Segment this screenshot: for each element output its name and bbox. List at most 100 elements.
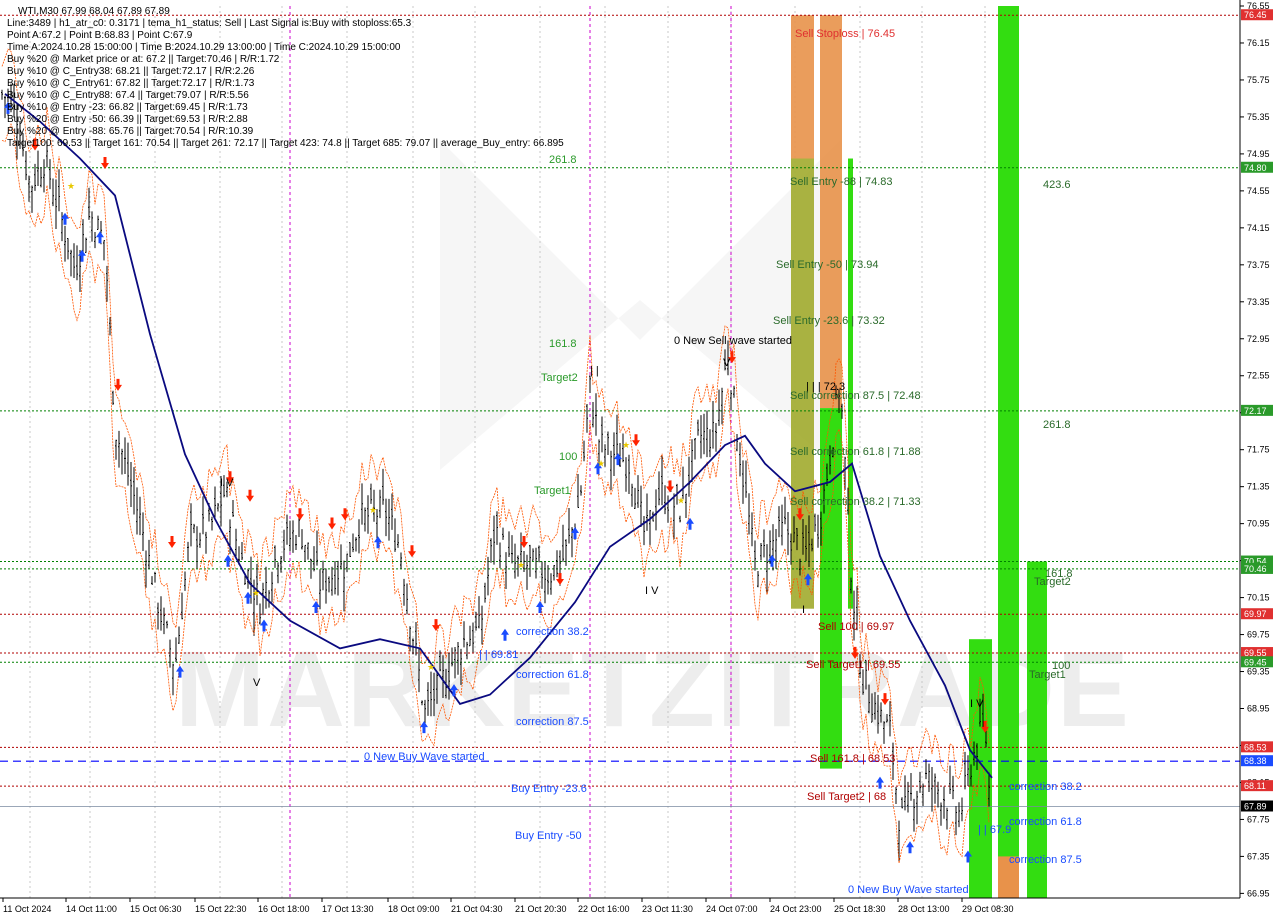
chart-annotation: V <box>723 357 731 369</box>
chart-annotation: Sell Stoploss | 76.45 <box>795 28 895 40</box>
chart-annotation: I <box>802 604 805 616</box>
buy-zone-band <box>969 639 992 898</box>
time-axis-label: 23 Oct 11:30 <box>642 904 693 914</box>
yellow-star-marker: ★ <box>622 440 630 450</box>
info-line: Buy %20 @ Market price or at: 67.2 || Ta… <box>7 54 280 65</box>
green-zone-band <box>820 408 842 769</box>
chart-annotation: Buy Entry -50 <box>515 830 582 842</box>
chart-annotation: Target2 <box>541 372 578 384</box>
info-line: Point A:67.2 | Point B:68.83 | Point C:6… <box>7 30 193 41</box>
chart-annotation: correction 38.2 <box>1009 781 1082 793</box>
chart-annotation: I V <box>645 585 659 597</box>
time-axis-label: 21 Oct 20:30 <box>515 904 567 914</box>
chart-annotation: Target2 <box>1034 576 1071 588</box>
chart-annotation: correction 61.8 <box>1009 816 1082 828</box>
time-axis-label: 15 Oct 22:30 <box>195 904 247 914</box>
time-axis-label: 15 Oct 06:30 <box>130 904 182 914</box>
price-tag-label: 72.17 <box>1244 406 1267 416</box>
yellow-star-marker: ★ <box>677 496 685 506</box>
price-axis-label: 71.75 <box>1247 445 1270 455</box>
time-axis-label: 28 Oct 13:00 <box>898 904 950 914</box>
price-axis-label: 73.35 <box>1247 297 1270 307</box>
chart-symbol-title: WTI,M30 67.99 68.04 67.89 67.89 <box>18 6 170 17</box>
time-axis-label: 16 Oct 18:00 <box>258 904 310 914</box>
chart-annotation: Sell Entry -50 | 73.94 <box>776 259 879 271</box>
time-axis-label: 24 Oct 23:00 <box>770 904 822 914</box>
price-tag-label: 69.97 <box>1244 609 1267 619</box>
chart-annotation: Sell Target2 | 68 <box>807 791 886 803</box>
chart-annotation: correction 87.5 <box>1009 854 1082 866</box>
chart-annotation: 0 New Buy Wave started <box>364 751 485 763</box>
time-axis-label: 18 Oct 09:00 <box>388 904 440 914</box>
info-line: Buy %10 @ Entry -23: 66.82 || Target:69.… <box>7 102 248 113</box>
chart-annotation: 261.8 <box>1043 419 1071 431</box>
price-axis-label: 74.55 <box>1247 186 1270 196</box>
chart-annotation: correction 87.5 <box>516 716 589 728</box>
buy-zone-band <box>1027 561 1047 898</box>
price-axis-label: 69.75 <box>1247 630 1270 640</box>
price-tag-label: 68.11 <box>1244 781 1266 791</box>
chart-annotation: Buy Entry -23.6 <box>511 783 587 795</box>
info-line: Target100: 69.53 || Target 161: 70.54 ||… <box>7 138 564 149</box>
time-axis-label: 24 Oct 07:00 <box>706 904 758 914</box>
chart-annotation: V <box>253 677 261 689</box>
chart-annotation: | | <box>590 365 599 377</box>
chart-annotation: Sell Entry -88 | 74.83 <box>790 176 893 188</box>
info-line: Time A:2024.10.28 15:00:00 | Time B:2024… <box>7 42 401 53</box>
price-tag-label: 69.45 <box>1244 657 1267 667</box>
price-tag-label: 74.80 <box>1244 163 1267 173</box>
yellow-star-marker: ★ <box>427 662 435 672</box>
price-axis-label: 75.35 <box>1247 112 1270 122</box>
time-axis-label: 17 Oct 13:30 <box>322 904 374 914</box>
price-axis-label: 69.35 <box>1247 667 1270 677</box>
chart-annotation: Target1 <box>534 485 571 497</box>
price-axis-label: 74.15 <box>1247 223 1270 233</box>
chart-annotation: 100 <box>559 451 577 463</box>
price-tag-label: 76.45 <box>1244 10 1267 20</box>
price-axis-label: 68.95 <box>1247 704 1270 714</box>
price-axis-label: 70.95 <box>1247 519 1270 529</box>
chart-annotation: 161.8 <box>549 338 577 350</box>
time-axis-label: 21 Oct 04:30 <box>451 904 503 914</box>
time-axis-label: 14 Oct 11:00 <box>66 904 117 914</box>
info-line: Buy %20 @ Entry -88: 65.76 || Target:70.… <box>7 126 254 137</box>
price-axis-label: 72.55 <box>1247 371 1270 381</box>
info-line: Buy %10 @ C_Entry88: 67.4 || Target:79.0… <box>7 90 249 101</box>
chart-annotation: I V <box>970 698 984 710</box>
yellow-star-marker: ★ <box>597 459 605 469</box>
price-tag-label: 67.89 <box>1244 801 1267 811</box>
chart-annotation: 0 New Sell wave started <box>674 335 792 347</box>
yellow-star-marker: ★ <box>67 181 75 191</box>
chart-annotation: I V <box>220 477 234 489</box>
chart-annotation: Sell 161.8 | 68.53 <box>810 753 895 765</box>
price-axis-label: 76.15 <box>1247 38 1270 48</box>
chart-annotation: Sell correction 87.5 | 72.48 <box>790 390 921 402</box>
chart-annotation: | | 67.9 <box>978 824 1011 836</box>
time-axis-label: 11 Oct 2024 <box>3 904 51 914</box>
info-line: Buy %10 @ C_Entry38: 68.21 || Target:72.… <box>7 66 255 77</box>
chart-annotation: 423.6 <box>1043 179 1071 191</box>
chart-annotation: 261.8 <box>549 154 577 166</box>
yellow-star-marker: ★ <box>252 588 260 598</box>
time-axis-label: 25 Oct 18:30 <box>834 904 886 914</box>
price-axis-label: 74.95 <box>1247 149 1270 159</box>
yellow-star-marker: ★ <box>369 505 377 515</box>
chart-annotation: correction 38.2 <box>516 626 589 638</box>
price-axis-label: 66.95 <box>1247 888 1270 898</box>
chart-annotation: Sell correction 61.8 | 71.88 <box>790 446 921 458</box>
chart-annotation: | | 69.81 <box>479 649 518 661</box>
sell-zone-band <box>820 15 842 409</box>
chart-annotation: correction 61.8 <box>516 669 589 681</box>
price-axis-label: 67.75 <box>1247 814 1270 824</box>
price-tag-label: 70.46 <box>1244 564 1267 574</box>
info-line: Buy %20 @ Entry -50: 66.39 || Target:69.… <box>7 114 248 125</box>
trading-chart: MARKETZITRADE ★★★★★★★★ Sell Stoploss | 7… <box>0 0 1280 920</box>
info-line: Buy %10 @ C_Entry61: 67.82 || Target:72.… <box>7 78 255 89</box>
price-axis-label: 71.35 <box>1247 482 1270 492</box>
price-axis-label: 75.75 <box>1247 75 1270 85</box>
chart-annotation: Target1 <box>1029 669 1066 681</box>
chart-annotation: 0 New Buy Wave started <box>848 884 969 896</box>
yellow-star-marker: ★ <box>517 560 525 570</box>
time-axis-label: 29 Oct 08:30 <box>962 904 1014 914</box>
price-axis-label: 73.75 <box>1247 260 1270 270</box>
